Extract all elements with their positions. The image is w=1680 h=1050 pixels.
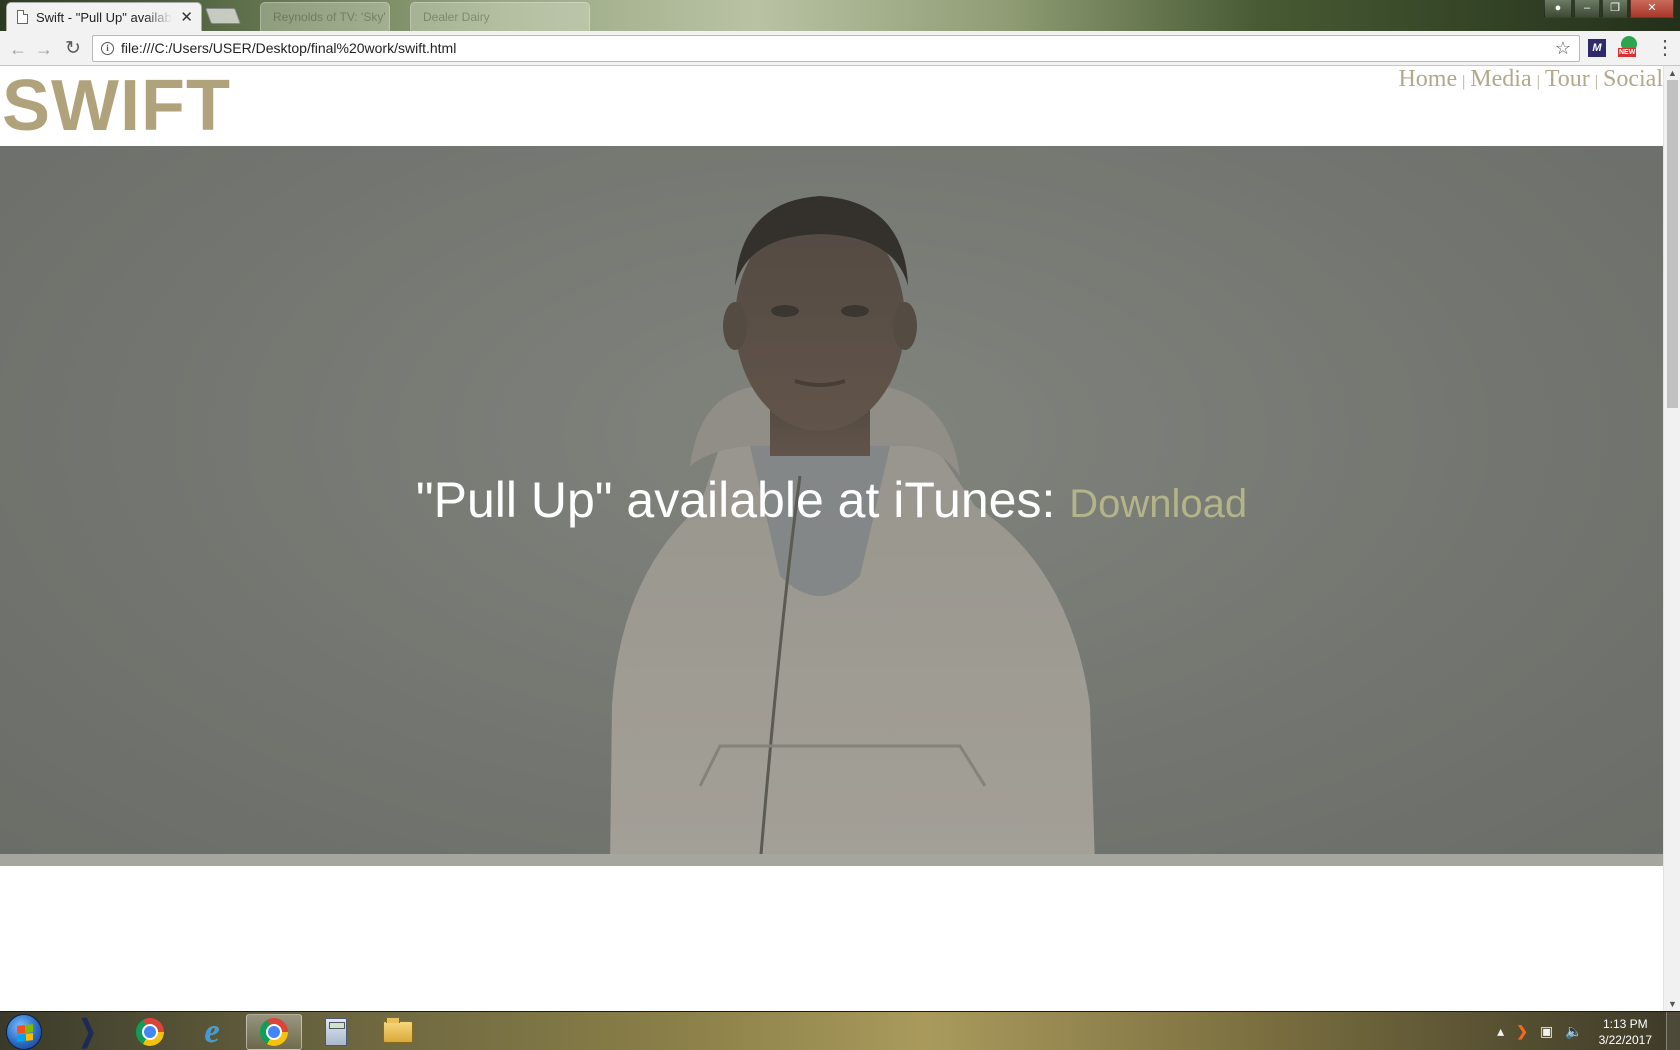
folder-icon — [383, 1017, 413, 1043]
page-icon — [17, 10, 28, 24]
forward-arrow-icon[interactable]: → — [32, 37, 56, 61]
scroll-up-arrow-icon[interactable]: ▲ — [1664, 66, 1680, 80]
site-header: SWIFT Home | Media | Tour | Social — [0, 66, 1663, 146]
volume-icon[interactable]: 🔈 — [1565, 1023, 1582, 1040]
scroll-down-arrow-icon[interactable]: ▼ — [1664, 997, 1680, 1011]
taskbar-file-explorer[interactable] — [370, 1014, 426, 1050]
scroll-thumb[interactable] — [1667, 80, 1678, 408]
address-url[interactable]: file:///C:/Users/USER/Desktop/final%20wo… — [121, 40, 456, 56]
nav-social[interactable]: Social — [1603, 66, 1663, 93]
close-window-icon[interactable]: ✕ — [1630, 0, 1674, 18]
page-viewport: SWIFT Home | Media | Tour | Social "Pull… — [0, 66, 1680, 1011]
menu-kebab-icon[interactable]: ⋮ — [1655, 37, 1675, 59]
background-tab[interactable]: Reynolds of TV: 'Sky' — [260, 2, 390, 31]
hero-headline: "Pull Up" available at iTunes: Download — [0, 470, 1663, 534]
hero-bottom-strip — [0, 854, 1663, 866]
window-controls: ● – ❐ ✕ — [1544, 0, 1674, 18]
nav-media[interactable]: Media — [1470, 66, 1531, 93]
site-logo[interactable]: SWIFT — [2, 66, 231, 148]
hero-banner: "Pull Up" available at iTunes: Download — [0, 146, 1663, 866]
maximize-icon[interactable]: ❐ — [1602, 0, 1628, 18]
site-nav: Home | Media | Tour | Social — [1398, 66, 1663, 93]
new-tab-button[interactable] — [205, 8, 241, 24]
windows-logo-icon — [17, 1024, 33, 1042]
internet-explorer-icon: e — [204, 1013, 220, 1050]
nav-separator: | — [1536, 73, 1540, 90]
hero-promo-text: "Pull Up" available at iTunes: — [415, 472, 1070, 528]
taskbar-calculator[interactable] — [308, 1014, 364, 1050]
user-profile-icon[interactable]: ● — [1544, 0, 1572, 18]
windows-taskbar: ❯ e ▴ ❯ ▣ 🔈 1:13 PM 3/22/2017 — [0, 1011, 1680, 1050]
taskbar-chrome[interactable] — [122, 1014, 178, 1050]
system-tray: ▴ ❯ ▣ 🔈 1:13 PM 3/22/2017 — [1491, 1012, 1680, 1050]
new-badge: NEW — [1618, 48, 1637, 57]
tab-active[interactable]: Swift - "Pull Up" available at iTunes ✕ — [6, 2, 202, 31]
clock-date: 3/22/2017 — [1598, 1032, 1652, 1047]
extension-new-icon[interactable]: NEW — [1618, 36, 1638, 57]
taskbar-chrome-running[interactable] — [246, 1014, 302, 1050]
page-scrollbar[interactable]: ▲ ▼ — [1663, 66, 1680, 1011]
clock-time: 1:13 PM — [1602, 1016, 1648, 1031]
show-hidden-icons-icon[interactable]: ▴ — [1497, 1023, 1504, 1040]
network-icon[interactable]: ▣ — [1540, 1023, 1553, 1040]
background-tab-title: Dealer Dairy — [423, 10, 490, 24]
nav-tour[interactable]: Tour — [1545, 66, 1590, 93]
browser-tab-bar: Swift - "Pull Up" available at iTunes ✕ … — [0, 0, 1680, 31]
background-tab-title: Reynolds of TV: 'Sky' — [273, 10, 386, 24]
chrome-icon — [260, 1018, 288, 1046]
start-button[interactable] — [6, 1014, 42, 1050]
show-desktop-button[interactable] — [1666, 1012, 1680, 1050]
info-icon[interactable]: i — [101, 42, 114, 55]
download-link[interactable]: Download — [1069, 482, 1247, 526]
address-bar[interactable]: i file:///C:/Users/USER/Desktop/final%20… — [92, 35, 1580, 62]
extension-w-icon[interactable]: M — [1588, 39, 1606, 57]
minimize-icon[interactable]: – — [1574, 0, 1600, 18]
browser-toolbar: ← → ↻ i file:///C:/Users/USER/Desktop/fi… — [0, 31, 1680, 66]
back-arrow-icon[interactable]: ← — [6, 37, 30, 61]
app-tray-icon[interactable]: ❯ — [1516, 1023, 1528, 1040]
taskbar-media-center[interactable]: ❯ — [60, 1014, 116, 1050]
media-center-icon: ❯ — [79, 1015, 97, 1048]
calculator-icon — [325, 1018, 347, 1046]
nav-separator: | — [1462, 73, 1466, 90]
background-tab[interactable]: Dealer Dairy — [410, 2, 590, 31]
chrome-icon — [136, 1018, 164, 1046]
tab-close-icon[interactable]: ✕ — [180, 8, 193, 26]
bookmark-star-icon[interactable]: ☆ — [1555, 38, 1571, 59]
reload-icon[interactable]: ↻ — [61, 37, 85, 61]
taskbar-internet-explorer[interactable]: e — [184, 1014, 240, 1050]
nav-home[interactable]: Home — [1398, 66, 1457, 93]
tab-title: Swift - "Pull Up" available at iTunes — [36, 9, 172, 25]
system-clock[interactable]: 1:13 PM 3/22/2017 — [1599, 1016, 1652, 1048]
nav-separator: | — [1594, 73, 1598, 90]
